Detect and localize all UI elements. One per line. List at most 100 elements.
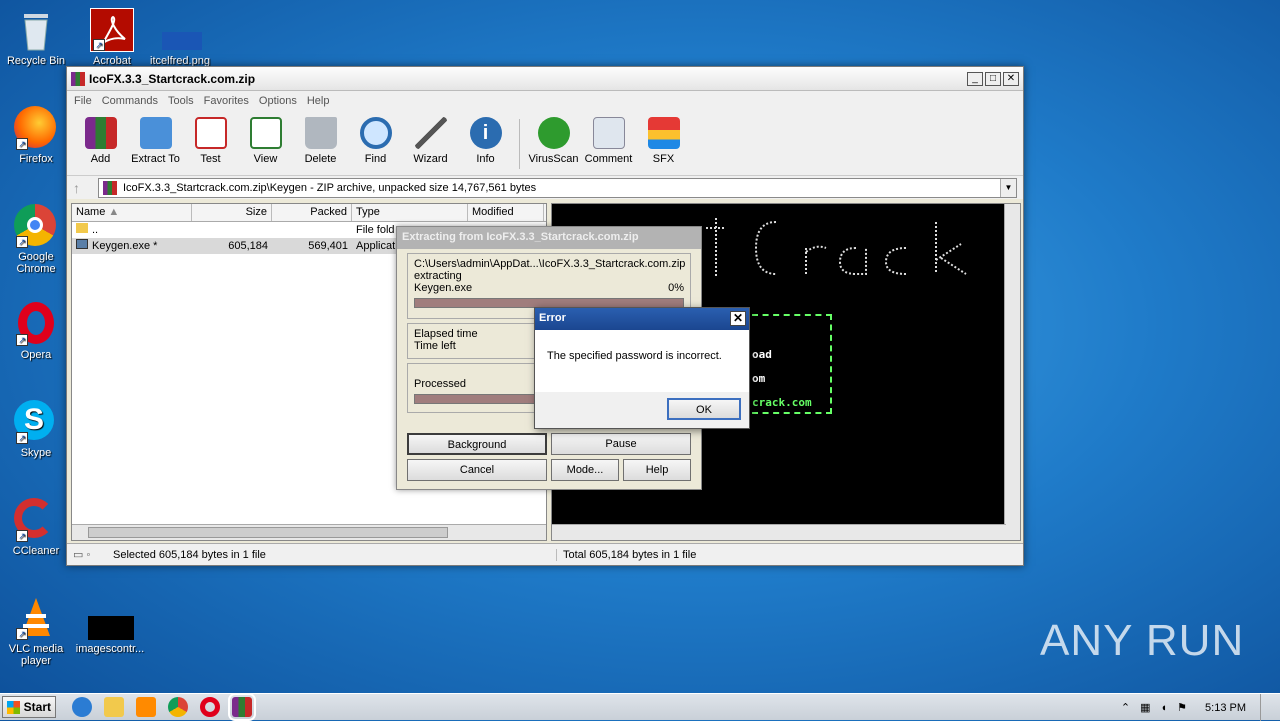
- volume-icon[interactable]: ◖: [1161, 702, 1168, 714]
- menu-bar: File Commands Tools Favorites Options He…: [67, 91, 1023, 111]
- firefox-icon: ↗: [14, 106, 58, 150]
- desktop-icon-chrome[interactable]: ↗ Google Chrome: [0, 204, 72, 275]
- sfx-button[interactable]: SFX: [636, 115, 691, 165]
- shortcut-arrow-icon: ↗: [16, 236, 28, 248]
- address-bar: ↑ IcoFX.3.3_Startcrack.com.zip\Keygen - …: [67, 175, 1023, 199]
- shortcut-arrow-icon: ↗: [93, 39, 105, 51]
- folder-icon: [76, 223, 88, 233]
- flag-icon[interactable]: ⚑: [1177, 701, 1187, 714]
- horizontal-scrollbar[interactable]: [72, 524, 546, 540]
- error-message: The specified password is incorrect.: [535, 330, 749, 392]
- comment-button[interactable]: Comment: [581, 115, 636, 165]
- path-field[interactable]: IcoFX.3.3_Startcrack.com.zip\Keygen - ZI…: [98, 177, 1017, 198]
- mode-button[interactable]: Mode...: [551, 459, 619, 481]
- status-bar: ▭ ◦ Selected 605,184 bytes in 1 file Tot…: [67, 543, 1023, 565]
- chevron-down-icon[interactable]: ▼: [1000, 178, 1016, 197]
- desktop-icon-acrobat[interactable]: ↗ Acrobat: [76, 8, 148, 67]
- virusscan-button[interactable]: VirusScan: [526, 115, 581, 165]
- desktop-icon-ccleaner[interactable]: ↗ CCleaner: [0, 498, 72, 557]
- menu-commands[interactable]: Commands: [102, 95, 158, 107]
- info-button[interactable]: i Info: [458, 115, 513, 165]
- error-dialog: Error ✕ The specified password is incorr…: [534, 307, 750, 429]
- column-type[interactable]: Type: [352, 204, 468, 221]
- extract-to-button[interactable]: Extract To: [128, 115, 183, 165]
- desktop-icon-skype[interactable]: S ↗ Skype: [0, 400, 72, 459]
- background-button[interactable]: Background: [407, 433, 547, 455]
- trash-icon: [304, 117, 337, 149]
- close-button[interactable]: ✕: [1003, 71, 1019, 86]
- sort-up-icon: ▲: [108, 206, 120, 218]
- extract-file: Keygen.exe: [414, 282, 473, 294]
- desktop-icon-label: Skype: [20, 447, 52, 459]
- error-dialog-title-bar: Error ✕: [535, 308, 749, 330]
- add-button[interactable]: Add: [73, 115, 128, 165]
- wizard-button[interactable]: Wizard: [403, 115, 458, 165]
- desktop-icon-label: Opera: [20, 349, 52, 361]
- column-size[interactable]: Size: [192, 204, 272, 221]
- find-button[interactable]: Find: [348, 115, 403, 165]
- magnifier-icon: [359, 117, 392, 149]
- desktop-icon-recycle-bin[interactable]: Recycle Bin: [0, 8, 72, 67]
- up-arrow-icon[interactable]: ↑: [73, 180, 80, 196]
- opera-icon[interactable]: [200, 697, 220, 717]
- desktop-icon-itcelfred[interactable]: itcelfred.png: [144, 8, 216, 67]
- shortcut-arrow-icon: ↗: [16, 138, 28, 150]
- test-button[interactable]: Test: [183, 115, 238, 165]
- skype-icon: S ↗: [14, 400, 58, 444]
- column-modified[interactable]: Modified: [468, 204, 544, 221]
- chrome-icon[interactable]: [168, 697, 188, 717]
- column-name[interactable]: Name ▲: [72, 204, 192, 221]
- desktop-icon-label: Google Chrome: [16, 251, 56, 275]
- chevron-up-icon[interactable]: ⌃: [1121, 701, 1130, 714]
- pause-button[interactable]: Pause: [551, 433, 691, 455]
- clock[interactable]: 5:13 PM: [1205, 702, 1246, 714]
- help-button[interactable]: Help: [623, 459, 691, 481]
- menu-file[interactable]: File: [74, 95, 92, 107]
- book-icon: [249, 117, 282, 149]
- taskbar: Start ⌃ ▦ ◖ ⚑ 5:13 PM: [0, 693, 1280, 721]
- windows-logo-icon: [7, 701, 20, 714]
- file-list-header: Name ▲ Size Packed Type Modified: [72, 204, 546, 222]
- ok-button[interactable]: OK: [667, 398, 741, 420]
- toolbar-separator: [519, 119, 520, 169]
- media-player-icon[interactable]: [136, 697, 156, 717]
- maximize-button[interactable]: □: [985, 71, 1001, 86]
- acrobat-icon: ↗: [90, 8, 134, 52]
- horizontal-scrollbar[interactable]: [552, 524, 1006, 540]
- system-tray: ⌃ ▦ ◖ ⚑ 5:13 PM: [1121, 694, 1280, 721]
- opera-icon: ↗: [14, 302, 58, 346]
- menu-favorites[interactable]: Favorites: [204, 95, 249, 107]
- menu-tools[interactable]: Tools: [168, 95, 194, 107]
- desktop-icon-opera[interactable]: ↗ Opera: [0, 302, 72, 361]
- magic-wand-icon: [414, 117, 447, 149]
- view-button[interactable]: View: [238, 115, 293, 165]
- explorer-folder-icon[interactable]: [104, 697, 124, 717]
- desktop-icon-imagescontr[interactable]: imagescontr...: [74, 596, 146, 655]
- desktop-icon-firefox[interactable]: ↗ Firefox: [0, 106, 72, 165]
- preview-line: oad: [752, 348, 772, 361]
- desktop-icon-vlc[interactable]: ↗ VLC media player: [0, 596, 72, 667]
- scroll-thumb[interactable]: [88, 527, 448, 538]
- close-icon[interactable]: ✕: [730, 311, 746, 326]
- vertical-scrollbar[interactable]: [1004, 204, 1020, 540]
- menu-options[interactable]: Options: [259, 95, 297, 107]
- minimize-button[interactable]: _: [967, 71, 983, 86]
- drive-icon: ▭ ◦: [73, 549, 91, 561]
- start-button[interactable]: Start: [2, 696, 56, 718]
- delete-button[interactable]: Delete: [293, 115, 348, 165]
- ie-icon[interactable]: [72, 697, 92, 717]
- shortcut-arrow-icon: ↗: [16, 334, 28, 346]
- cancel-button[interactable]: Cancel: [407, 459, 547, 481]
- window-title: IcoFX.3.3_Startcrack.com.zip: [89, 71, 256, 86]
- comment-icon: [592, 117, 625, 149]
- sfx-box-icon: [647, 117, 680, 149]
- ccleaner-icon: ↗: [14, 498, 58, 542]
- info-icon: i: [469, 117, 502, 149]
- menu-help[interactable]: Help: [307, 95, 330, 107]
- network-icon[interactable]: ▦: [1140, 701, 1150, 714]
- winrar-icon[interactable]: [228, 693, 256, 721]
- desktop-icon-label: CCleaner: [12, 545, 60, 557]
- column-packed[interactable]: Packed: [272, 204, 352, 221]
- show-desktop-button[interactable]: [1260, 694, 1272, 721]
- path-text: IcoFX.3.3_Startcrack.com.zip\Keygen - ZI…: [123, 181, 537, 194]
